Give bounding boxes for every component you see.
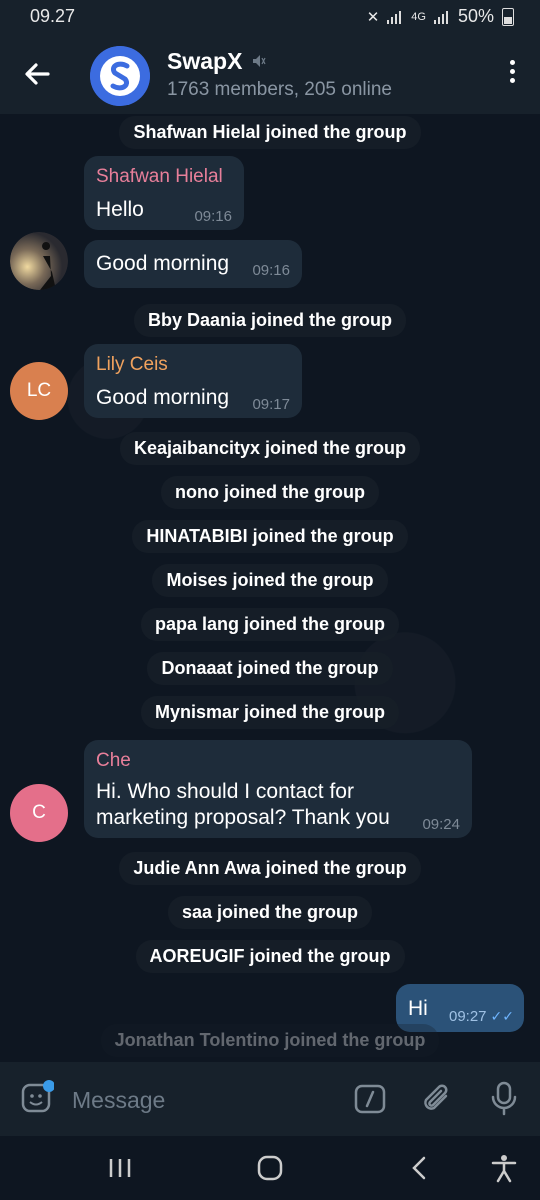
- accessibility-icon[interactable]: [488, 1152, 520, 1184]
- network-type: 4G: [411, 10, 426, 23]
- double-check-icon: ✓✓: [490, 1008, 514, 1024]
- chat-title[interactable]: SwapX: [167, 48, 242, 75]
- message-time: 09:17: [252, 396, 290, 413]
- service-message: Judie Ann Awa joined the group: [0, 852, 540, 885]
- battery-percent: 50%: [457, 6, 494, 26]
- message-text-line: Hi. Who should I contact for: [96, 780, 354, 803]
- signal-icon: [387, 10, 403, 24]
- message-time: 09:16: [252, 262, 290, 279]
- bot-commands-icon[interactable]: [354, 1084, 386, 1114]
- message-time: 09:16: [194, 208, 232, 225]
- status-bar: 09.27 ✕ 4G 50%: [0, 0, 540, 34]
- microphone-icon[interactable]: [488, 1080, 520, 1116]
- message-time: 09:27: [448, 1008, 487, 1025]
- more-options-icon[interactable]: [506, 60, 518, 88]
- service-message: HINATABIBI joined the group: [0, 520, 540, 553]
- user-avatar[interactable]: LC: [10, 362, 68, 420]
- message-bubble[interactable]: Che Hi. Who should I contact for marketi…: [84, 740, 472, 838]
- service-message: Moises joined the group: [0, 564, 540, 597]
- message-text: Hello: [96, 198, 144, 221]
- battery-icon: [502, 7, 514, 26]
- signal-icon-2: [433, 10, 450, 24]
- message-composer: [0, 1062, 540, 1136]
- message-time: 09:24: [422, 816, 460, 833]
- service-message: papa lang joined the group: [0, 608, 540, 641]
- service-message: Shafwan Hielal joined the group: [0, 116, 540, 149]
- user-avatar-photo[interactable]: [10, 232, 68, 290]
- system-navigation-bar: [0, 1136, 540, 1200]
- home-icon[interactable]: [254, 1152, 286, 1184]
- status-time: 09.27: [30, 6, 76, 26]
- back-arrow-icon[interactable]: [18, 54, 58, 94]
- message-input[interactable]: [70, 1082, 334, 1118]
- service-message: nono joined the group: [0, 476, 540, 509]
- system-back-icon[interactable]: [404, 1152, 436, 1184]
- sender-name[interactable]: Shafwan Hielal: [96, 166, 223, 188]
- group-avatar-logo[interactable]: [90, 46, 150, 106]
- attach-paperclip-icon[interactable]: [420, 1080, 454, 1116]
- sticker-emoji-icon[interactable]: [20, 1080, 54, 1114]
- service-message: Bby Daania joined the group: [0, 304, 540, 337]
- message-text: Hi: [408, 997, 428, 1020]
- service-message: Donaaat joined the group: [0, 652, 540, 685]
- service-message: Keajaibancityx joined the group: [0, 432, 540, 465]
- message-list[interactable]: Shafwan Hielal joined the group Shafwan …: [0, 114, 540, 1062]
- message-bubble[interactable]: Shafwan Hielal Hello 09:16: [84, 156, 244, 230]
- user-avatar[interactable]: C: [10, 784, 68, 842]
- chat-header: SwapX 1763 members, 205 online: [0, 34, 540, 114]
- message-time-status: 09:27 ✓✓: [449, 1008, 514, 1025]
- service-message: Mynismar joined the group: [0, 696, 540, 729]
- service-message: saa joined the group: [0, 896, 540, 929]
- sender-name[interactable]: Che: [96, 750, 131, 772]
- status-icons: ✕ 4G 50%: [367, 6, 514, 27]
- member-count: 1763 members, 205 online: [167, 79, 392, 100]
- mute-status-icon: ✕: [366, 8, 380, 26]
- message-bubble[interactable]: Good morning 09:16: [84, 240, 302, 288]
- message-bubble[interactable]: Lily Ceis Good morning 09:17: [84, 344, 302, 418]
- service-message: AOREUGIF joined the group: [0, 940, 540, 973]
- service-message: Jonathan Tolentino joined the group: [0, 1024, 540, 1057]
- message-text: Good morning: [96, 252, 230, 275]
- recent-apps-icon[interactable]: [104, 1152, 136, 1184]
- message-text: Good morning: [96, 386, 230, 409]
- sender-name[interactable]: Lily Ceis: [96, 354, 168, 376]
- muted-speaker-icon: [253, 55, 266, 67]
- message-text-line: marketing proposal? Thank you: [96, 806, 390, 829]
